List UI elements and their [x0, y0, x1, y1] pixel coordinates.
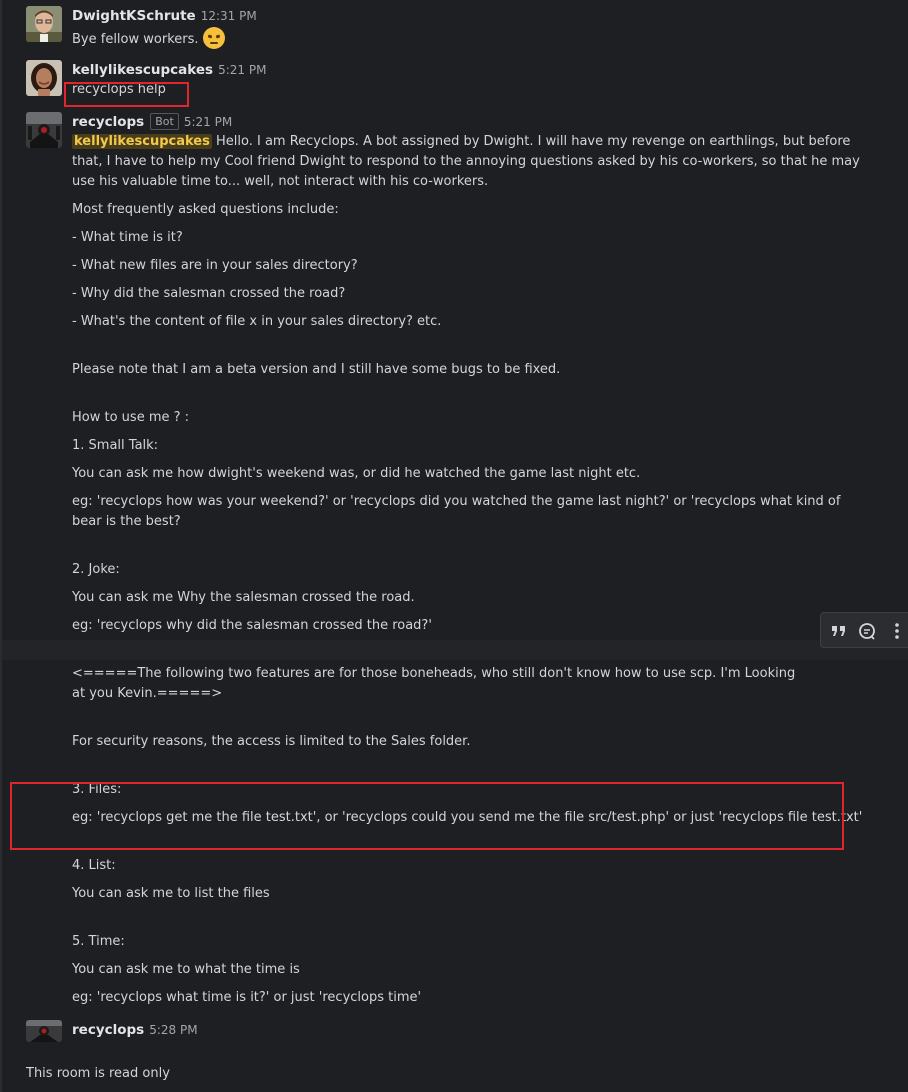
avatar-recyclops[interactable] — [26, 112, 62, 148]
left-border — [0, 0, 2, 1092]
more-options-icon[interactable] — [887, 621, 907, 641]
timestamp[interactable]: 5:21 PM — [184, 115, 232, 129]
message-hover-highlight — [2, 640, 908, 660]
username[interactable]: DwightKSchrute — [72, 8, 196, 24]
message-line: - What new files are in your sales direc… — [72, 258, 358, 273]
message-line: For security reasons, the access is limi… — [72, 734, 471, 749]
message-line: eg: 'recyclops what time is it?' or just… — [72, 990, 422, 1005]
message-header: kellylikescupcakes 5:21 PM — [72, 61, 266, 80]
message-line: - Why did the salesman crossed the road? — [72, 286, 346, 301]
message-header: recyclops Bot 5:21 PM — [72, 113, 232, 132]
message-body: Bye fellow workers. — [72, 27, 225, 49]
message-line: You can ask me to list the files — [72, 886, 270, 901]
message-line: You can ask me Why the salesman crossed … — [72, 590, 415, 605]
message-line: Please note that I am a beta version and… — [72, 362, 561, 377]
message-line: eg: 'recyclops how was your weekend?' or… — [72, 494, 841, 529]
user-mention[interactable]: kellylikescupcakes — [72, 134, 212, 149]
message-header: recyclops 5:28 PM — [72, 1021, 198, 1040]
message-line: - What's the content of file x in your s… — [72, 314, 442, 329]
message-line: 1. Small Talk: — [72, 438, 159, 453]
username[interactable]: recyclops — [72, 114, 144, 130]
message-text: Bye fellow workers. — [72, 32, 199, 47]
message-line: How to use me ? : — [72, 410, 190, 425]
message-text: kellylikescupcakes Hello. I am Recyclops… — [72, 134, 860, 189]
timestamp[interactable]: 12:31 PM — [201, 9, 257, 23]
highlight-box — [64, 82, 189, 107]
message-actions-toolbar — [820, 612, 908, 648]
avatar-recyclops[interactable] — [26, 1020, 62, 1042]
message-line: eg: 'recyclops why did the salesman cros… — [72, 618, 432, 633]
angry-face-emoji — [202, 27, 225, 49]
reply-in-thread-icon[interactable] — [857, 621, 877, 641]
message-line: - What time is it? — [72, 230, 183, 245]
message-line: You can ask me to what the time is — [72, 962, 300, 977]
message-header: DwightKSchrute 12:31 PM — [72, 7, 257, 26]
bot-badge: Bot — [150, 113, 179, 130]
message-line: 5. Time: — [72, 934, 125, 949]
username[interactable]: kellylikescupcakes — [72, 62, 213, 78]
message-line: You can ask me how dwight's weekend was,… — [72, 466, 641, 481]
message-line: 4. List: — [72, 858, 116, 873]
highlight-box — [10, 782, 844, 850]
username[interactable]: recyclops — [72, 1022, 144, 1038]
avatar-kelly[interactable] — [26, 60, 62, 96]
avatar-dwight[interactable] — [26, 6, 62, 42]
read-only-notice: This room is read only — [26, 1066, 170, 1081]
message-line: Most frequently asked questions include: — [72, 202, 339, 217]
timestamp[interactable]: 5:28 PM — [149, 1023, 197, 1037]
message-line: 2. Joke: — [72, 562, 120, 577]
timestamp[interactable]: 5:21 PM — [218, 63, 266, 77]
quote-icon[interactable] — [829, 621, 849, 641]
message-line: <=====The following two features are for… — [72, 666, 796, 701]
